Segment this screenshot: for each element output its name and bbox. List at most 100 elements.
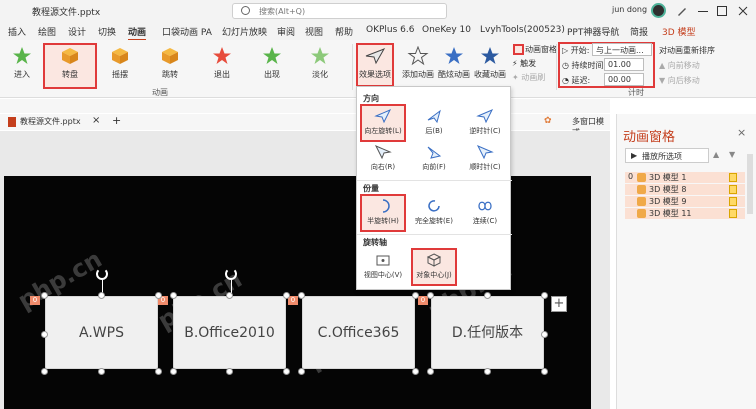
duration-field[interactable]: 01.00 <box>604 58 644 71</box>
option-card-d[interactable]: D.任何版本 <box>431 296 544 369</box>
resize-handle[interactable] <box>298 368 305 375</box>
anim-exit-button[interactable]: 退出 <box>204 44 240 88</box>
amount-continuous[interactable]: 连续(C) <box>463 195 507 231</box>
resize-handle[interactable] <box>170 368 177 375</box>
animation-order-badge: 0 <box>30 296 40 305</box>
resize-handle[interactable] <box>41 368 48 375</box>
rotate-handle-icon[interactable] <box>96 268 108 280</box>
resize-handle[interactable] <box>427 368 434 375</box>
axis-view-center[interactable]: 视图中心(V) <box>361 249 405 285</box>
tab-3d-model[interactable]: 3D 模型 <box>662 25 696 38</box>
tab-design[interactable]: 设计 <box>68 25 86 38</box>
start-label: ▷ 开始: <box>562 46 590 55</box>
rotate-handle-icon[interactable] <box>225 268 237 280</box>
plane-back-icon <box>427 109 441 124</box>
resize-handle[interactable] <box>226 292 233 299</box>
resize-handle[interactable] <box>98 292 105 299</box>
start-select[interactable]: 与上一动画... <box>592 43 652 56</box>
favorite-animation-button[interactable]: 收藏动画 <box>472 44 508 88</box>
move-earlier-button[interactable]: ▲ 向前移动 <box>659 60 700 71</box>
resize-handle[interactable] <box>283 292 290 299</box>
settings-icon[interactable]: ✿ <box>544 116 552 126</box>
file-tab-name[interactable]: 教程源文件.pptx <box>20 116 81 127</box>
move-up-icon[interactable]: ▲ <box>713 150 719 159</box>
resize-handle[interactable] <box>41 292 48 299</box>
option-card-c[interactable]: C.Office365 <box>302 296 415 369</box>
tab-lvyhtools[interactable]: LvyhTools(200523) <box>480 25 565 35</box>
resize-handle[interactable] <box>98 368 105 375</box>
tab-help[interactable]: 帮助 <box>335 25 353 38</box>
animation-brush-button[interactable]: ✦ 动画刷 <box>512 72 545 83</box>
search-box[interactable]: 搜索(Alt+Q) <box>232 3 447 19</box>
avatar[interactable] <box>651 3 666 18</box>
favorite-star-icon <box>481 47 499 64</box>
tab-insert[interactable]: 插入 <box>8 25 26 38</box>
resize-handle[interactable] <box>412 368 419 375</box>
option-card-a[interactable]: A.WPS <box>45 296 158 369</box>
move-later-button[interactable]: ▼ 向后移动 <box>659 75 700 86</box>
pen-icon[interactable] <box>676 5 688 17</box>
move-down-icon[interactable]: ▼ <box>729 150 735 159</box>
resize-handle[interactable] <box>155 292 162 299</box>
tab-slideshow[interactable]: 幻灯片放映 <box>222 25 267 38</box>
new-tab-icon[interactable]: + <box>112 114 121 127</box>
tab-view[interactable]: 视图 <box>305 25 323 38</box>
amount-full-spin[interactable]: 完全旋转(E) <box>412 195 456 231</box>
close-tab-icon[interactable]: × <box>92 115 100 126</box>
tab-okplus[interactable]: OKPlus 6.6 <box>366 25 414 35</box>
resize-handle[interactable] <box>298 292 305 299</box>
amount-half-spin[interactable]: 半旋转(H) <box>360 194 406 232</box>
tab-review[interactable]: 审阅 <box>277 25 295 38</box>
resize-handle[interactable] <box>170 292 177 299</box>
option-card-b[interactable]: B.Office2010 <box>173 296 286 369</box>
play-selected-button[interactable]: ▶ 播放所选项 <box>625 148 709 163</box>
animation-pane-toggle[interactable]: 动画窗格 <box>512 44 559 55</box>
anim-jump-button[interactable]: 跳转 <box>152 44 188 88</box>
maximize-icon[interactable] <box>716 5 728 17</box>
resize-handle[interactable] <box>484 368 491 375</box>
resize-handle[interactable] <box>412 292 419 299</box>
add-animation-button[interactable]: 添加动画 <box>400 44 436 88</box>
anim-appear-button[interactable]: 出现 <box>254 44 290 88</box>
tab-pocket-animation[interactable]: 口袋动画 PA <box>162 25 212 38</box>
anim-list-item[interactable]: 3D 模型 11 <box>625 208 745 219</box>
anim-list-item[interactable]: 0 3D 模型 1 <box>625 172 745 183</box>
resize-handle[interactable] <box>541 292 548 299</box>
resize-handle[interactable] <box>541 331 548 338</box>
tab-ppt-nav[interactable]: PPT神器导航 <box>567 25 619 38</box>
tab-onekey[interactable]: OneKey 10 <box>422 25 471 35</box>
trigger-button[interactable]: ⚡ 触发 <box>512 58 536 69</box>
anim-turntable-button[interactable]: 转盘 <box>43 43 97 89</box>
close-pane-icon[interactable]: × <box>737 126 746 139</box>
anim-fade-button[interactable]: 淡化 <box>302 44 338 88</box>
resize-handle[interactable] <box>226 368 233 375</box>
direction-right[interactable]: 向右(R) <box>361 141 405 177</box>
resize-handle[interactable] <box>41 331 48 338</box>
resize-handle[interactable] <box>155 368 162 375</box>
pane-scrollbar[interactable] <box>747 154 753 214</box>
tab-transitions[interactable]: 切换 <box>98 25 116 38</box>
add-icon[interactable]: + <box>551 296 567 312</box>
minimize-icon[interactable] <box>697 5 709 17</box>
resize-handle[interactable] <box>541 368 548 375</box>
anim-swing-button[interactable]: 摇摆 <box>102 44 138 88</box>
close-icon[interactable] <box>737 5 749 17</box>
direction-back[interactable]: 后(B) <box>412 105 456 141</box>
effect-options-button[interactable]: 效果选项 <box>356 43 394 87</box>
anim-list-item[interactable]: 3D 模型 8 <box>625 184 745 195</box>
resize-handle[interactable] <box>484 292 491 299</box>
delay-field[interactable]: 00.00 <box>604 73 644 86</box>
anim-enter-button[interactable]: 进入 <box>4 44 40 88</box>
anim-list-item[interactable]: 3D 模型 9 <box>625 196 745 207</box>
direction-rotate-left[interactable]: 向左旋转(L) <box>360 104 406 142</box>
direction-forward[interactable]: 向前(F) <box>412 141 456 177</box>
tab-draw[interactable]: 绘图 <box>38 25 56 38</box>
direction-clockwise[interactable]: 顺时针(C) <box>463 141 507 177</box>
direction-counterclockwise[interactable]: 逆时针(C) <box>463 105 507 141</box>
resize-handle[interactable] <box>283 368 290 375</box>
axis-object-center[interactable]: 对象中心(J) <box>411 248 457 286</box>
cool-animation-button[interactable]: 酷炫动画 <box>436 44 472 88</box>
tab-briefing[interactable]: 简报 <box>630 25 648 38</box>
tab-animations[interactable]: 动画 <box>128 25 147 41</box>
resize-handle[interactable] <box>427 292 434 299</box>
